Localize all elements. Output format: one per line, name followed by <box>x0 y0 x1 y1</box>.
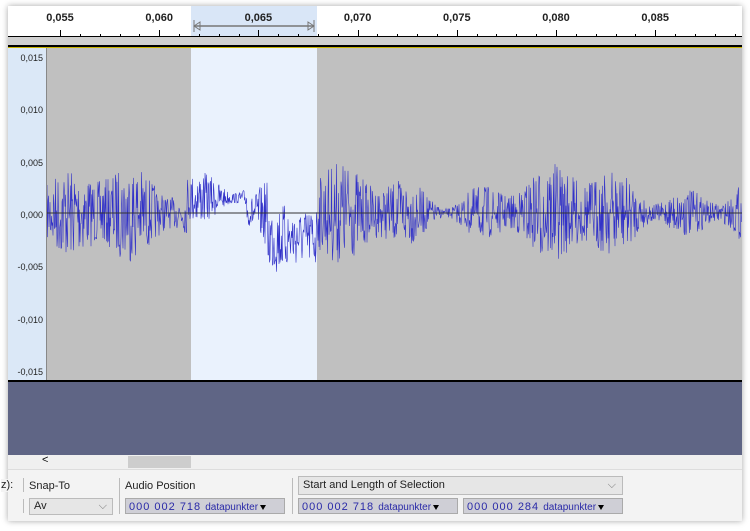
amplitude-label: -0,015 <box>17 366 43 377</box>
ruler-tick <box>655 30 657 36</box>
timeline-ruler[interactable]: 0,0550,0600,0650,0700,0750,0800,0850 <box>8 6 742 37</box>
dropdown-icon[interactable] <box>598 504 605 510</box>
ruler-tick <box>714 34 716 36</box>
scroll-left-arrow[interactable]: < <box>42 454 48 466</box>
ruler-tick <box>139 34 141 36</box>
ruler-tick <box>278 34 280 36</box>
amplitude-label: 0,000 <box>20 209 43 220</box>
ruler-tick-label: 0,060 <box>145 12 173 24</box>
ruler-tick <box>179 34 181 36</box>
horizontal-scrollbar[interactable]: < <box>8 454 742 469</box>
ruler-tick <box>615 34 617 36</box>
ruler-tick <box>159 30 161 36</box>
ruler-tick <box>675 34 677 36</box>
empty-track-area[interactable] <box>8 382 742 455</box>
amplitude-label: 0,015 <box>20 53 43 63</box>
ruler-tick <box>556 30 557 36</box>
amplitude-ruler: 0,015 0,010 0,005 0,000 -0,005 -0,010 -0,015 <box>8 48 47 380</box>
ruler-tick <box>357 30 359 36</box>
ruler-tick <box>60 30 61 36</box>
ruler-tick-label: 0,065 <box>244 12 273 24</box>
ruler-tick <box>575 34 577 36</box>
audio-track[interactable]: 0,015 0,010 0,005 0,000 -0,005 -0,010 -0,015 <box>8 47 742 382</box>
selection-toolbar: Snap-To Av ⌵ Audio Position 000 002 718 d… <box>8 469 742 521</box>
chevron-down-icon: ⌵ <box>98 500 107 512</box>
ruler-tick <box>258 30 260 36</box>
ruler-tick-label: 0,075 <box>443 12 471 24</box>
snap-to-value: Av <box>34 500 47 512</box>
ruler-tick <box>694 34 696 36</box>
ruler-tick <box>337 34 339 36</box>
audacity-window: 0,0550,0600,0650,0700,0750,0800,0850 0,0… <box>8 6 742 521</box>
ruler-tick <box>119 34 121 36</box>
ruler-tick <box>734 34 736 36</box>
ruler-tick <box>218 34 220 36</box>
ruler-tick-label: 0,055 <box>46 12 74 24</box>
audio-position-field[interactable]: 000 002 718 datapunkter <box>125 498 285 514</box>
audio-position-label: Audio Position <box>125 480 196 492</box>
rate-label: z): <box>1 479 14 492</box>
snap-to-label: Snap-To <box>29 480 70 492</box>
ruler-tick <box>536 34 538 36</box>
ruler-tick <box>635 34 637 36</box>
ruler-tick <box>79 34 81 36</box>
selection-mode-select[interactable]: Start and Length of Selection ⌵ <box>298 476 623 495</box>
ruler-tick-label: 0,085 <box>641 12 669 24</box>
ruler-tick <box>516 34 518 36</box>
amplitude-label: 0,005 <box>20 157 43 168</box>
ruler-tick <box>238 34 240 36</box>
ruler-tick <box>317 34 319 36</box>
selection-start-field[interactable]: 000 002 718 datapunkter <box>298 498 458 514</box>
chevron-down-icon: ⌵ <box>607 479 616 491</box>
ruler-tick-label: 0,070 <box>343 12 372 24</box>
ruler-tick <box>198 34 200 36</box>
ruler-tick <box>99 34 101 36</box>
snap-to-select[interactable]: Av ⌵ <box>29 498 113 515</box>
waveform <box>46 48 742 380</box>
ruler-tick <box>298 34 300 36</box>
ruler-tick <box>496 34 498 36</box>
ruler-tick <box>436 34 438 36</box>
ruler-tick <box>397 34 399 36</box>
selection-length-field[interactable]: 000 000 284 datapunkter <box>463 498 623 514</box>
ruler-tick <box>456 30 458 36</box>
scroll-thumb[interactable] <box>128 456 191 468</box>
track-header-band <box>8 37 742 47</box>
amplitude-label: 0,010 <box>20 105 43 116</box>
ruler-tick <box>377 34 379 36</box>
waveform-area[interactable] <box>46 48 742 380</box>
ruler-tick-label: 0,080 <box>542 12 570 24</box>
amplitude-label: -0,010 <box>17 314 43 325</box>
dropdown-icon[interactable] <box>260 504 267 510</box>
ruler-tick <box>476 34 478 36</box>
selection-mode-label: Start and Length of Selection <box>303 479 445 491</box>
dropdown-icon[interactable] <box>433 504 440 510</box>
amplitude-label: -0,005 <box>17 262 43 273</box>
waveform-line <box>46 164 742 272</box>
ruler-tick <box>595 34 597 36</box>
ruler-tick <box>417 34 419 36</box>
